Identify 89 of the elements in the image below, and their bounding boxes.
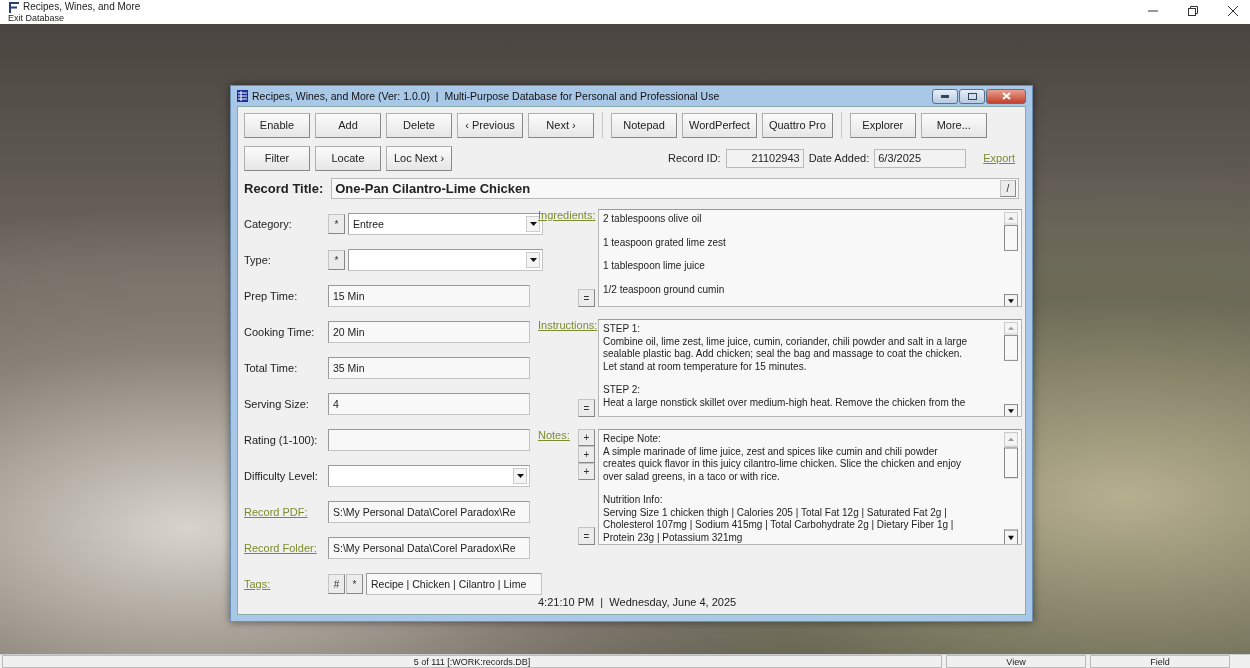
small-button[interactable]: = (578, 527, 595, 545)
caret-icon (529, 258, 537, 262)
table-icon (237, 90, 248, 102)
input-field[interactable]: 4 (328, 393, 530, 415)
toolbar-button[interactable]: WordPerfect (682, 112, 757, 138)
status-pane: View (946, 655, 1086, 668)
input-field[interactable] (328, 429, 530, 451)
menu-item[interactable]: Exit Database (8, 13, 65, 23)
small-button[interactable]: = (578, 289, 595, 307)
toolbar-button[interactable]: More... (920, 112, 987, 138)
clock-text: 4:21:10 PM | Wednesday, June 4, 2025 (538, 596, 738, 608)
input-field[interactable]: Recipe | Chicken | Cilantro | Lime (366, 573, 542, 595)
memo-line: Let stand at room temperature for 15 minutes. (603, 360, 808, 373)
input-field[interactable]: 20 Min (328, 321, 530, 343)
memo-line: 1 tablespoon lime juice (603, 260, 706, 273)
input-field[interactable]: 15 Min (328, 285, 530, 307)
memo-line: Recipe Note: (603, 433, 662, 446)
caret-icon (529, 222, 537, 226)
edit-button[interactable]: / (1000, 179, 1016, 197)
small-button[interactable]: # (328, 574, 345, 594)
record-title-field[interactable]: One-Pan Cilantro-Lime Chicken / (331, 177, 1019, 199)
restore-icon[interactable] (1186, 4, 1200, 18)
date-added-label: Date Added: (808, 152, 870, 164)
toolbar-button[interactable]: Loc Next › (386, 145, 452, 171)
small-button[interactable]: + (578, 446, 595, 463)
toolbar-button[interactable]: Delete (386, 112, 452, 138)
toolbar-button[interactable]: Next › (528, 112, 594, 138)
caret-icon (516, 474, 524, 478)
field-label: Total Time: (244, 362, 298, 374)
close-button[interactable] (986, 88, 1026, 104)
memo-line: sealable plastic bag. Add chicken; seal the bag and massage to coat the chicken. (603, 348, 964, 361)
memo-line: STEP 2: (603, 384, 642, 397)
toolbar-button[interactable]: Add (315, 112, 381, 138)
memo-line: Serving Size 1 chicken thigh | Calories 205 | Total Fat 12g | Saturated Fat 2g | (603, 506, 948, 519)
toolbar-button[interactable]: ‹ Previous (457, 112, 523, 138)
memo-line: 1/2 teaspoon ground cumin (603, 283, 726, 296)
toolbar-button[interactable]: Notepad (611, 112, 677, 138)
memo-line: 2 tablespoons olive oil (603, 213, 703, 226)
field-label: Serving Size: (244, 398, 309, 410)
app-logo-icon (8, 1, 19, 13)
memo-field[interactable] (598, 429, 1022, 545)
memo-field[interactable]: 2 tablespoons olive oil 1 teaspoon grated lime zest 1 tablespoon lime juice 1/2 teaspoon ground cumin (598, 209, 1022, 307)
memo-line: over salad greens, in a taco or with rice. (603, 470, 781, 483)
toolbar-button[interactable]: Enable (244, 112, 310, 138)
dropdown-field[interactable] (348, 249, 543, 271)
record-title-label: Record Title: (244, 180, 324, 196)
maximize-icon (967, 92, 977, 100)
memo-line: STEP 1: (603, 323, 642, 336)
memo-line: Combine oil, lime zest, lime juice, cumin, coriander, chili powder and salt in a large (603, 335, 969, 348)
memo-line: Protein 23g | Potassium 321mg (603, 531, 744, 544)
input-field[interactable]: S:\My Personal Data\Corel Paradox\Re (328, 501, 530, 523)
input-field[interactable]: 35 Min (328, 357, 530, 379)
memo-field[interactable] (598, 319, 1022, 417)
input-field[interactable]: S:\My Personal Data\Corel Paradox\Re (328, 537, 530, 559)
toolbar-button[interactable]: Filter (244, 145, 310, 171)
minimize-button[interactable] (932, 88, 958, 104)
small-button[interactable]: + (578, 429, 595, 446)
memo-line: Nutrition Info: (603, 494, 664, 507)
memo-line: A simple marinade of lime juice, zest and spices like cumin and chili powder (603, 445, 939, 458)
app-title: Recipes, Wines, and More (23, 1, 141, 13)
maximize-button[interactable] (959, 88, 985, 104)
memo-line: Cholesterol 107mg | Sodium 415mg | Total Carbohydrate 2g | Dietary Fiber 1g | (603, 519, 955, 532)
toolbar-button[interactable]: Explorer (849, 112, 916, 138)
status-pane: 5 of 111 [:WORK:records.DB] (2, 655, 942, 668)
date-added-field: 6/3/2025 (874, 148, 967, 168)
small-button[interactable]: + (578, 463, 595, 480)
record-id-field: 21102943 (725, 148, 804, 168)
field-label: Prep Time: (244, 290, 298, 302)
toolbar-button[interactable]: Locate (315, 145, 381, 171)
small-button[interactable]: * (328, 214, 345, 234)
window-title: Recipes, Wines, and More (Ver: 1.0.0) | Multi-Purpose Database for Personal and Professional Use (252, 90, 720, 102)
close-icon (1001, 92, 1011, 100)
field-label: Cooking Time: (244, 326, 315, 338)
memo-line: Heat a large nonstick skillet over medium-high heat. Remove the chicken from the (603, 396, 967, 409)
field-label: Category: (244, 218, 292, 230)
field-label: Rating (1-100): (244, 434, 318, 446)
small-button[interactable]: = (578, 399, 595, 417)
small-button[interactable]: * (346, 574, 363, 594)
memo-line: 1 teaspoon grated lime zest (603, 236, 727, 249)
memo-line: creates quick flavor in this juicy cilantro-lime chicken. Slice the chicken and enjoy (603, 458, 962, 471)
record-id-label: Record ID: (668, 152, 721, 164)
dropdown-field[interactable] (328, 465, 530, 487)
status-pane: Field (1090, 655, 1230, 668)
toolbar-button[interactable]: Quattro Pro (761, 112, 833, 138)
minimize-icon (941, 94, 949, 98)
field-label: Difficulty Level: (244, 470, 318, 482)
small-button[interactable]: * (328, 250, 345, 270)
close-icon[interactable] (1226, 4, 1240, 18)
field-label: Type: (244, 254, 271, 266)
